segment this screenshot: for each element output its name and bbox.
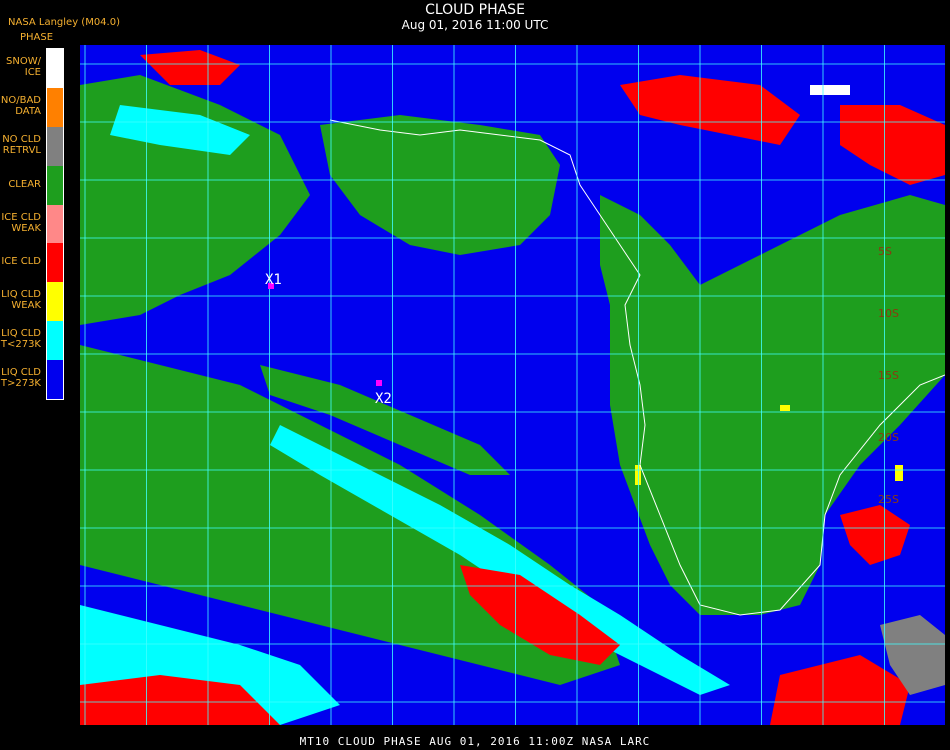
legend-label: CLEAR (8, 178, 41, 190)
legend-swatch (47, 126, 63, 166)
legend-swatch (47, 165, 63, 205)
legend-label: ICE CLD WEAK (1, 211, 41, 234)
legend-label: LIQ CLD WEAK (1, 289, 41, 312)
legend-label: NO CLD RETRVL (2, 133, 41, 156)
cloud-phase-map: 5S 10S 15S 20S 25S X1 X2 (80, 45, 945, 725)
snow-ice-speckle (810, 85, 850, 95)
legend-label: SNOW/ ICE (6, 56, 41, 78)
latitude-label: 5S (878, 245, 892, 258)
legend-swatch (47, 243, 63, 283)
legend-label: LIQ CLD T<273K (0, 328, 41, 351)
legend-label: LIQ CLD T>273K (0, 367, 41, 390)
legend-label: ICE CLD (1, 256, 41, 268)
map-title: CLOUD PHASE (425, 2, 525, 18)
legend-color-bar (46, 48, 64, 400)
weak-liquid-spot-2 (895, 465, 903, 481)
latitude-label: 15S (878, 369, 899, 382)
weak-liquid-spot-1 (635, 465, 641, 485)
source-label: NASA Langley (M04.0) (8, 17, 120, 28)
legend-title: PHASE (20, 32, 54, 43)
satellite-map[interactable]: 5S 10S 15S 20S 25S X1 X2 (80, 45, 945, 725)
footer-caption: MT10 CLOUD PHASE AUG 01, 2016 11:00Z NAS… (299, 735, 651, 748)
weak-liquid-spot-3 (780, 405, 790, 411)
marker-x2-point (376, 380, 382, 386)
latitude-label: 10S (878, 307, 899, 320)
marker-x1-label: X1 (265, 272, 282, 288)
latitude-label: 20S (878, 431, 899, 444)
legend-swatch (47, 321, 63, 361)
legend-swatch (47, 282, 63, 322)
legend-swatch (47, 360, 63, 399)
legend-swatch (47, 87, 63, 127)
latitude-label: 25S (878, 493, 899, 506)
map-timestamp: Aug 01, 2016 11:00 UTC (401, 18, 549, 32)
legend-swatch (47, 49, 63, 88)
marker-x2-label: X2 (375, 391, 392, 407)
legend-swatch (47, 204, 63, 244)
legend-label: NO/BAD DATA (0, 94, 41, 117)
